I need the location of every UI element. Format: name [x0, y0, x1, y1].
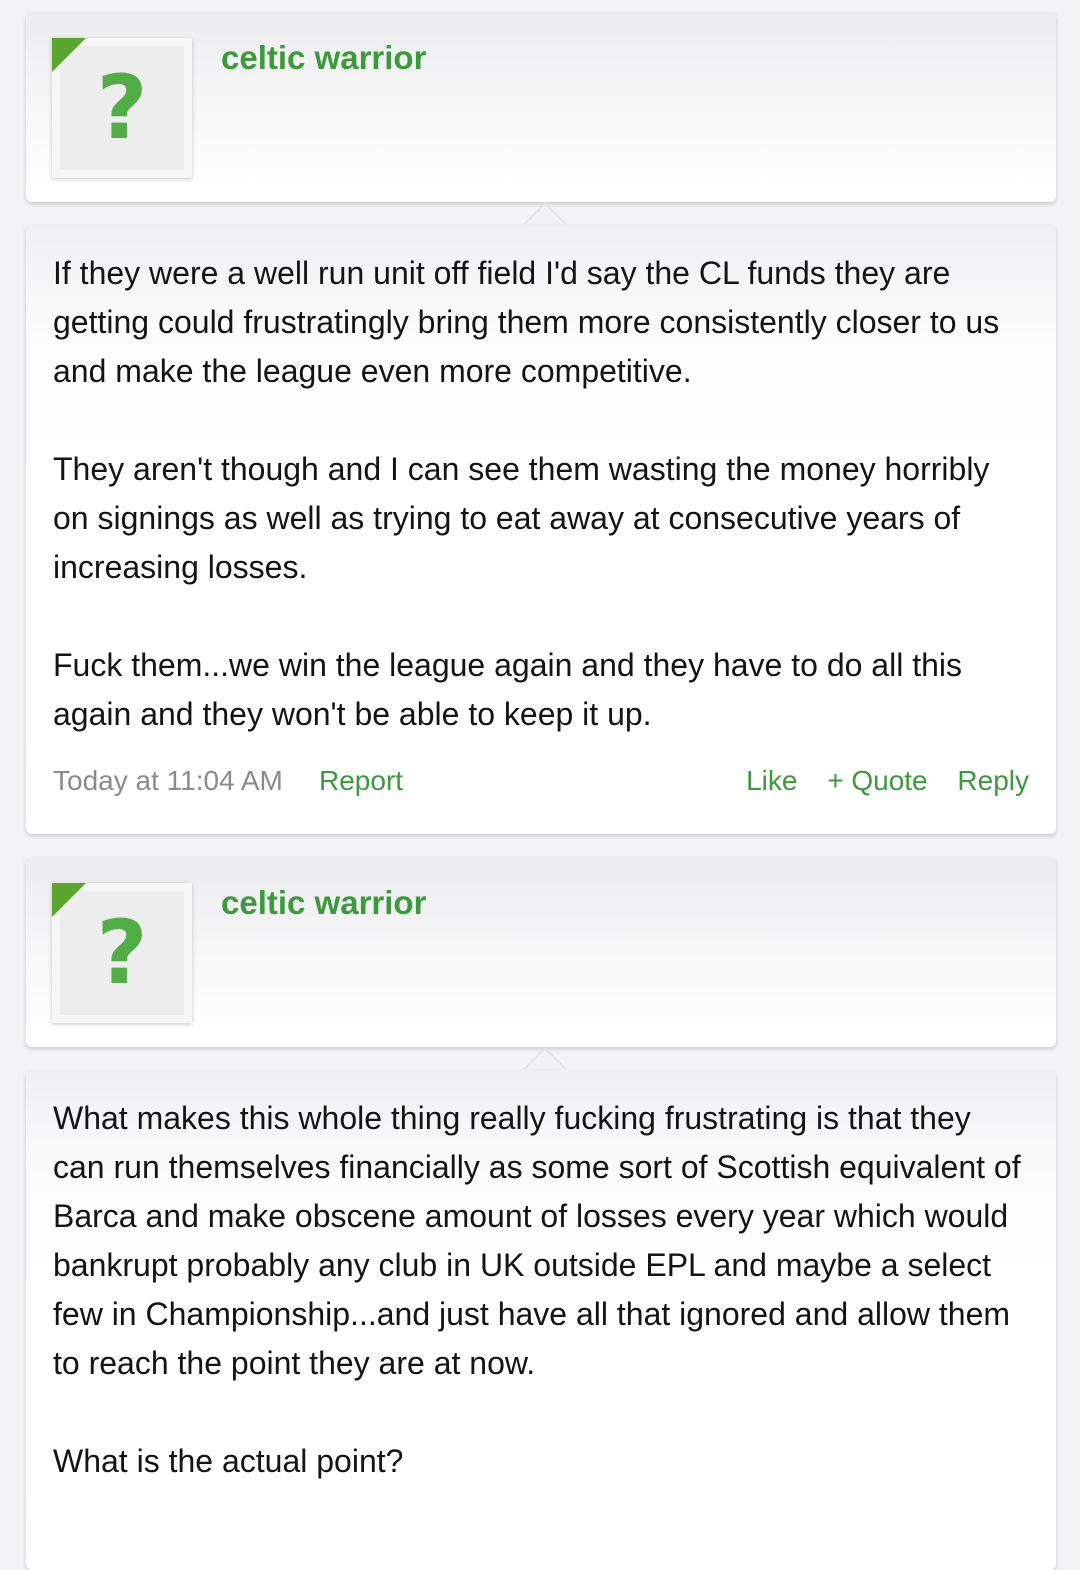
- message-paragraph: They aren't though and I can see them wa…: [53, 451, 990, 585]
- username[interactable]: celtic warrior: [221, 38, 426, 78]
- message-footer: Today at 11:04 AM Report Like + Quote Re…: [26, 739, 1056, 834]
- report-link[interactable]: Report: [319, 765, 403, 797]
- user-card: ? celtic warrior: [26, 857, 1056, 1047]
- question-mark-icon: ?: [96, 901, 148, 1004]
- avatar[interactable]: ?: [52, 38, 192, 178]
- like-link[interactable]: Like: [746, 765, 797, 796]
- quote-link[interactable]: + Quote: [827, 765, 927, 796]
- message-text: If they were a well run unit off field I…: [26, 225, 1056, 739]
- user-card: ? celtic warrior: [26, 12, 1056, 202]
- message-paragraph: If they were a well run unit off field I…: [53, 255, 1000, 389]
- message-paragraph: What makes this whole thing really fucki…: [53, 1100, 1021, 1381]
- message-paragraph: Fuck them...we win the league again and …: [53, 647, 962, 732]
- post-actions: Like + Quote Reply: [724, 765, 1029, 797]
- question-mark-icon: ?: [96, 56, 148, 159]
- reply-link[interactable]: Reply: [957, 765, 1029, 796]
- username[interactable]: celtic warrior: [221, 883, 426, 923]
- message-body: If they were a well run unit off field I…: [26, 225, 1056, 834]
- message-paragraph: What is the actual point?: [53, 1443, 404, 1479]
- message-text: What makes this whole thing really fucki…: [26, 1070, 1056, 1486]
- message-body: What makes this whole thing really fucki…: [26, 1070, 1056, 1570]
- post-timestamp[interactable]: Today at 11:04 AM: [53, 765, 283, 797]
- avatar[interactable]: ?: [52, 883, 192, 1023]
